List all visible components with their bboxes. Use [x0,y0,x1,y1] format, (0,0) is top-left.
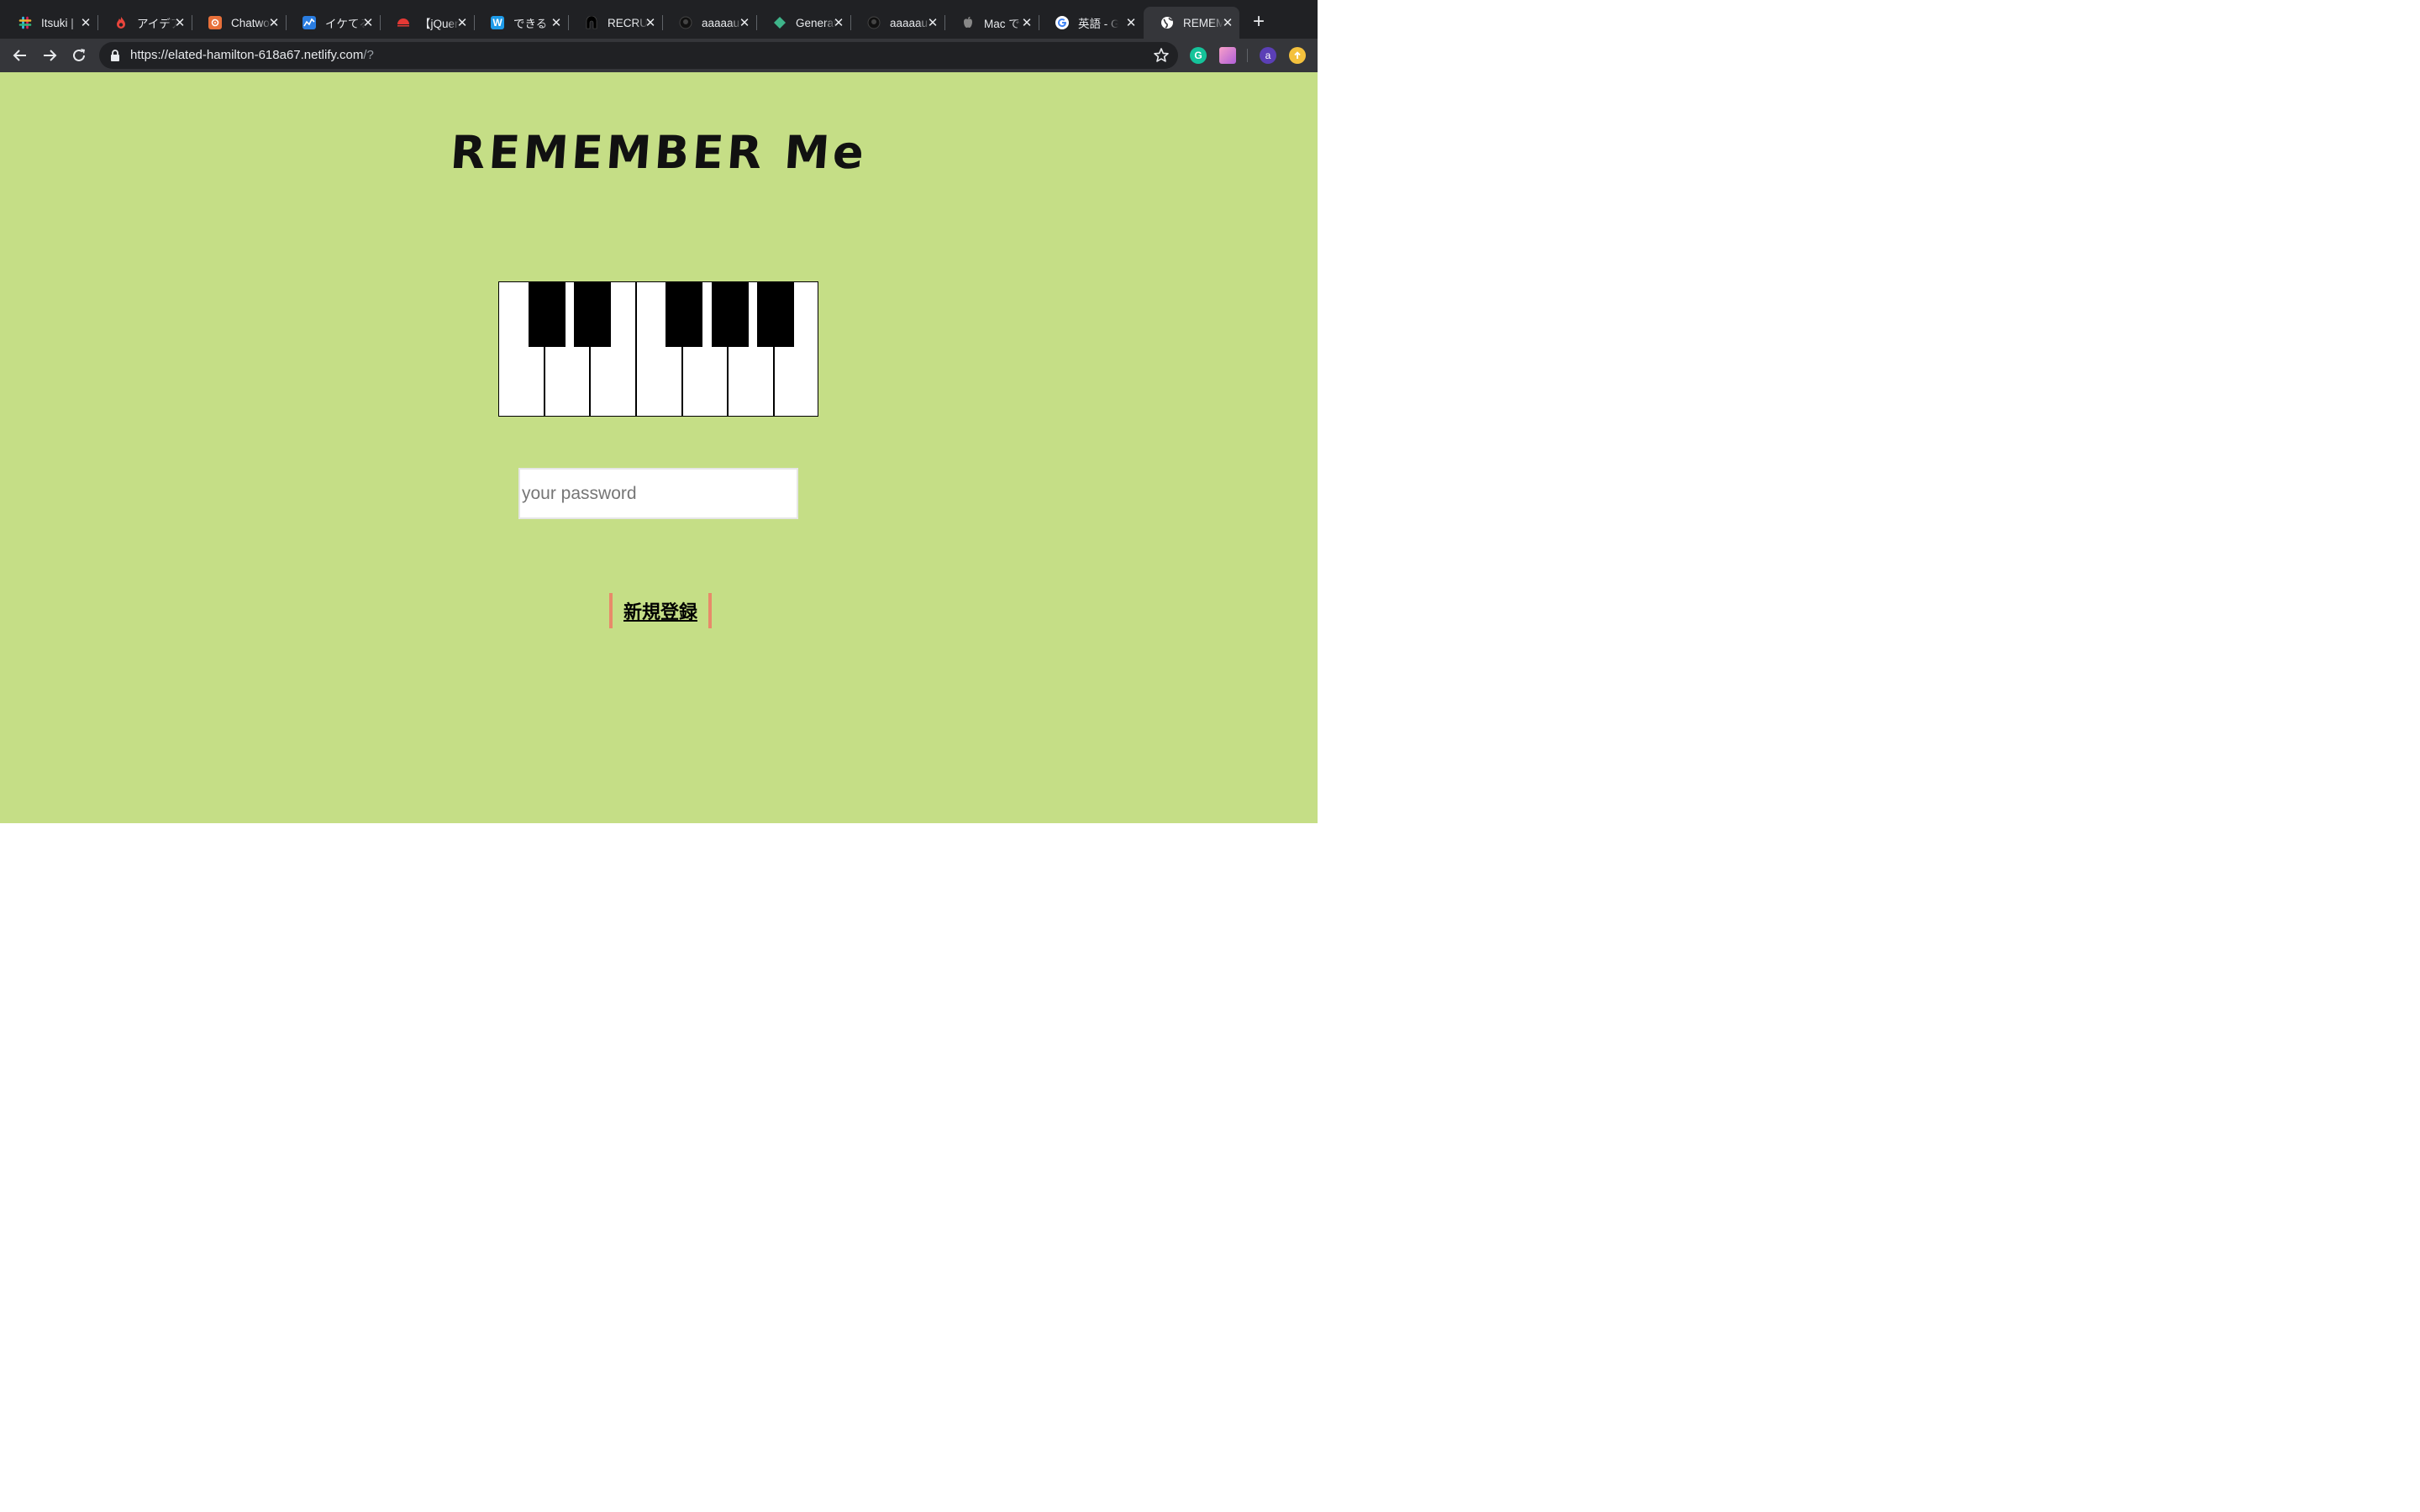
url-query: /? [363,48,374,62]
diamond-icon [773,16,786,29]
black-key-2[interactable] [574,282,611,347]
close-icon[interactable]: ✕ [361,16,375,30]
reload-icon[interactable] [69,45,89,66]
sunrise-icon [397,16,410,29]
tab-divider [850,15,851,30]
register-button[interactable]: 新規登録 [609,593,712,628]
github-icon [867,16,881,29]
black-key-1[interactable] [529,282,566,347]
tab-google[interactable]: 英語 - G ✕ [1039,7,1143,39]
close-icon[interactable]: ✕ [926,16,939,30]
back-icon[interactable] [10,45,30,66]
tab-divider [944,15,945,30]
profile-initial: a [1265,50,1271,61]
tab-recruit[interactable]: RECRUIT ✕ [568,7,662,39]
tab-title: aaaaau [702,16,740,29]
forward-icon[interactable] [39,45,60,66]
close-icon[interactable]: ✕ [832,16,845,30]
tab-title: イケてる [325,18,366,30]
new-tab-icon[interactable]: + [1249,12,1269,32]
tab-idea[interactable]: アイデア ✕ [97,7,192,39]
slack-icon [18,16,32,29]
page-title: REMEMBER Me [448,126,870,179]
github-icon [679,16,692,29]
tab-title: aaaaau [890,16,929,29]
tab-jquery[interactable]: 【jQuery ✕ [380,7,474,39]
tab-divider [662,15,663,30]
tab-divider [380,15,381,30]
tab-divider [286,15,287,30]
tab-divider [97,15,98,30]
close-icon[interactable]: ✕ [644,16,657,30]
w-icon: W [491,16,504,29]
tab-divider [756,15,757,30]
toolbar-divider [1247,49,1248,62]
url-text: https://elated-hamilton-618a67.netlify.c… [130,48,374,62]
close-icon[interactable]: ✕ [1020,16,1034,30]
tab-divider [474,15,475,30]
tab-generate[interactable]: Generate ✕ [756,7,850,39]
tab-mac[interactable]: Mac で ✕ [944,7,1039,39]
chatwork-icon [208,16,222,29]
tab-github-1[interactable]: aaaaau ✕ [662,7,756,39]
tab-title: 【jQuery [419,18,460,30]
black-key-3[interactable] [666,282,702,347]
tab-divider [568,15,569,30]
close-icon[interactable]: ✕ [173,16,187,30]
tab-iketeru[interactable]: イケてる ✕ [286,7,380,39]
flame-icon [114,16,128,29]
arch-icon [585,16,598,29]
black-key-4[interactable] [712,282,749,347]
tab-title: アイデア [137,18,177,30]
tab-remember-active[interactable]: REMEMBER ✕ [1144,7,1239,39]
piano-keyboard [498,281,818,417]
password-input[interactable] [518,468,798,519]
globe-icon [1160,16,1174,29]
black-key-5[interactable] [757,282,794,347]
lock-icon [109,49,121,62]
url-main: https://elated-hamilton-618a67.netlify.c… [130,48,364,62]
close-icon[interactable]: ✕ [455,16,469,30]
tab-title: 英語 - G [1078,18,1118,30]
profile-avatar[interactable]: a [1260,47,1276,64]
close-icon[interactable]: ✕ [1124,16,1138,30]
tab-title: Chatwork [231,16,271,29]
close-icon[interactable]: ✕ [1221,16,1234,30]
tab-chatwork[interactable]: Chatwork ✕ [192,7,286,39]
tab-title: Generate [796,16,836,29]
update-icon[interactable] [1289,47,1306,64]
tab-strip: Itsuki | ✕ アイデア ✕ Chatwork ✕ イケてる ✕ [0,0,1318,39]
tab-title: Itsuki | [41,16,74,29]
bookmark-star-icon[interactable] [1153,47,1170,64]
tab-title: REMEMBER [1183,16,1223,29]
browser-window: Itsuki | ✕ アイデア ✕ Chatwork ✕ イケてる ✕ [0,0,1318,823]
palette-extension-icon[interactable] [1219,47,1236,64]
close-icon[interactable]: ✕ [267,16,281,30]
close-icon[interactable]: ✕ [550,16,563,30]
google-icon [1055,16,1069,29]
apple-icon [961,16,975,29]
tab-dekiru[interactable]: W できる ✕ [474,7,568,39]
tab-title: Mac で [984,18,1020,30]
address-bar[interactable]: https://elated-hamilton-618a67.netlify.c… [99,42,1178,69]
close-icon[interactable]: ✕ [738,16,751,30]
tab-title: できる [513,18,548,30]
browser-toolbar: https://elated-hamilton-618a67.netlify.c… [0,39,1318,72]
tab-title: RECRUIT [608,16,648,29]
chart-icon [302,16,316,29]
close-icon[interactable]: ✕ [79,16,92,30]
grammarly-icon[interactable]: G [1190,47,1207,64]
tab-github-2[interactable]: aaaaau ✕ [850,7,944,39]
tab-slack[interactable]: Itsuki | ✕ [2,7,97,39]
